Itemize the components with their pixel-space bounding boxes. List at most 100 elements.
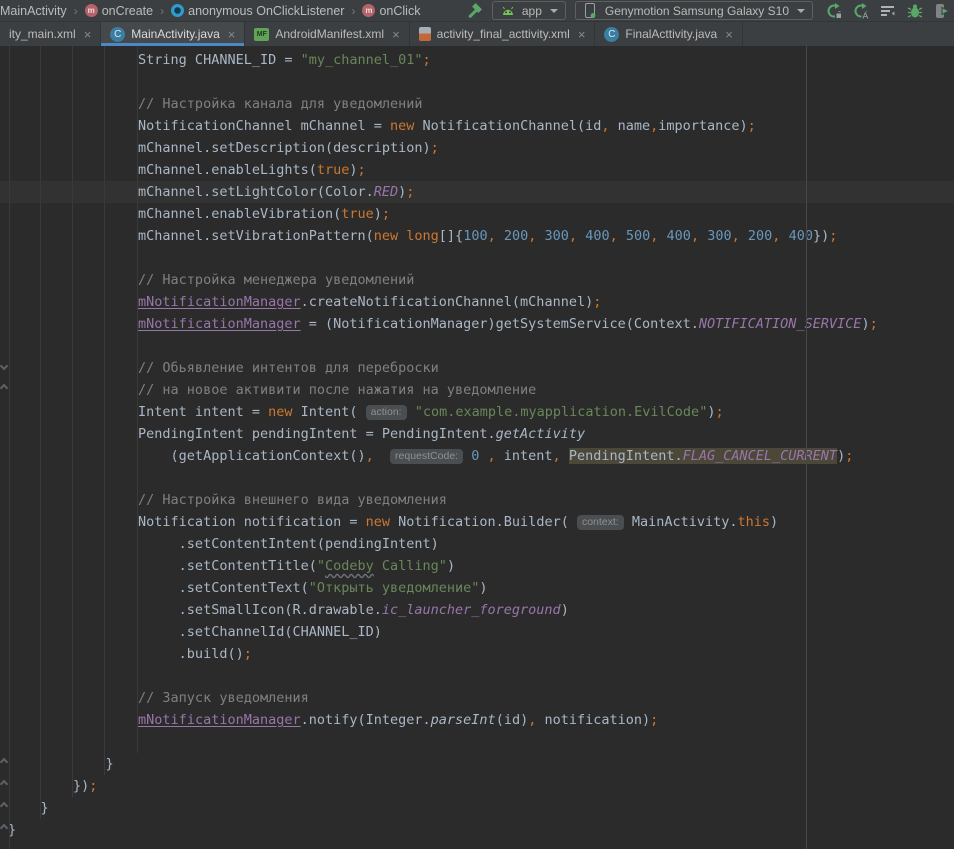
main-toolbar: app Genymotion Samsung Galaxy S10 A (467, 1, 950, 20)
close-icon[interactable]: × (228, 28, 236, 41)
code-line[interactable]: Notification notification = new Notifica… (0, 511, 954, 533)
fold-icon[interactable] (0, 384, 8, 392)
code-line[interactable]: (getApplicationContext(), requestCode: 0… (0, 445, 954, 467)
fold-icon[interactable] (0, 780, 8, 788)
parameter-hint: action: (366, 405, 407, 420)
tab-androidmanifest-xml[interactable]: MF AndroidManifest.xml × (245, 22, 409, 46)
code-line[interactable]: // Настройка внешнего вида уведомления (0, 489, 954, 511)
breadcrumb-item-label: anonymous OnClickListener (188, 4, 344, 18)
tab-label: AndroidManifest.xml (275, 27, 384, 41)
code-line[interactable]: mChannel.enableVibration(true); (0, 203, 954, 225)
parameter-hint: context: (577, 515, 624, 530)
breadcrumb-item-label: onClick (379, 4, 420, 18)
breadcrumb-item[interactable]: anonymous OnClickListener (171, 4, 344, 18)
code-line[interactable]: mNotificationManager.createNotificationC… (0, 291, 954, 313)
editor-gutter (0, 46, 10, 849)
code-line[interactable] (0, 71, 954, 93)
breadcrumb-item[interactable]: m onCreate (85, 4, 153, 18)
code-line[interactable]: String CHANNEL_ID = "my_channel_01"; (0, 49, 954, 71)
phone-icon (583, 3, 599, 19)
device-label: Genymotion Samsung Galaxy S10 (605, 4, 789, 18)
code-line[interactable]: .setContentTitle("Codeby Calling") (0, 555, 954, 577)
fold-icon[interactable] (0, 362, 8, 370)
breadcrumb-separator: › (160, 4, 164, 18)
class-icon: C (604, 27, 619, 42)
close-icon[interactable]: × (725, 28, 733, 41)
apply-code-changes-icon[interactable]: A (853, 3, 869, 19)
code-line[interactable] (0, 335, 954, 357)
breadcrumb-item[interactable]: m onClick (362, 4, 420, 18)
code-line[interactable] (0, 247, 954, 269)
code-line[interactable]: // Настройка канала для уведомлений (0, 93, 954, 115)
breadcrumb-separator: › (74, 4, 78, 18)
tab-activity-final-acttivity-xml[interactable]: activity_final_acttivity.xml × (410, 22, 596, 46)
code-line[interactable]: } (0, 797, 954, 819)
chevron-down-icon (797, 9, 805, 13)
editor-tab-bar: ity_main.xml × C MainActivity.java × MF Androi… (0, 22, 954, 46)
breadcrumb-separator: › (351, 4, 355, 18)
code-line[interactable]: mChannel.setLightColor(Color.RED); (0, 181, 954, 203)
tab-label: MainActivity.java (131, 27, 219, 41)
code-line[interactable]: // Настройка менеджера уведомлений (0, 269, 954, 291)
run-config-select[interactable]: app (492, 1, 566, 20)
fold-icon[interactable] (0, 824, 8, 832)
parameter-hint: requestCode: (390, 449, 463, 464)
code-line[interactable]: mNotificationManager = (NotificationMana… (0, 313, 954, 335)
device-select[interactable]: Genymotion Samsung Galaxy S10 (575, 1, 813, 20)
close-icon[interactable]: × (578, 28, 586, 41)
code-line[interactable] (0, 731, 954, 753)
tab-finalacttivity-java[interactable]: C FinalActtivity.java × (595, 22, 742, 46)
chevron-down-icon (550, 9, 558, 13)
code-line[interactable]: .build(); (0, 643, 954, 665)
xml-file-icon (419, 27, 431, 41)
code-line[interactable]: // Запуск уведомления (0, 687, 954, 709)
fold-icon[interactable] (0, 802, 8, 810)
code-line[interactable]: .setContentIntent(pendingIntent) (0, 533, 954, 555)
debug-icon[interactable] (907, 3, 923, 19)
breadcrumb-item-label: MainActivity (0, 4, 67, 18)
close-icon[interactable]: × (84, 28, 92, 41)
code-line[interactable]: // Обьявление интентов для переброски (0, 357, 954, 379)
tab-label: activity_final_acttivity.xml (437, 27, 570, 41)
top-toolbar: MainActivity › m onCreate › anonymous OnClick… (0, 0, 954, 22)
code-line[interactable]: // на новое активити после нажатия на ув… (0, 379, 954, 401)
code-line[interactable] (0, 467, 954, 489)
tab-ity-main-xml[interactable]: ity_main.xml × (0, 22, 101, 46)
breadcrumb: MainActivity › m onCreate › anonymous OnClick… (0, 0, 467, 21)
code-line[interactable]: mChannel.setDescription(description); (0, 137, 954, 159)
svg-text:A: A (862, 10, 868, 19)
code-line[interactable]: NotificationChannel mChannel = new Notif… (0, 115, 954, 137)
attach-debugger-icon[interactable] (934, 3, 950, 19)
method-icon: m (85, 4, 98, 17)
fold-icon[interactable] (0, 758, 8, 766)
anonymous-class-icon (171, 4, 184, 17)
tab-label: ity_main.xml (9, 27, 76, 41)
apply-changes-icon[interactable] (826, 3, 842, 19)
build-hammer-icon[interactable] (467, 3, 483, 19)
code-line[interactable]: .setSmallIcon(R.drawable.ic_launcher_for… (0, 599, 954, 621)
code-line[interactable]: .setChannelId(CHANNEL_ID) (0, 621, 954, 643)
run-config-label: app (522, 4, 542, 18)
code-line[interactable]: mChannel.setVibrationPattern(new long[]{… (0, 225, 954, 247)
code-line[interactable]: Intent intent = new Intent( action: "com… (0, 401, 954, 423)
profiler-icon[interactable] (880, 3, 896, 19)
tab-mainactivity-java[interactable]: C MainActivity.java × (101, 22, 245, 46)
code-line[interactable] (0, 665, 954, 687)
code-editor[interactable]: String CHANNEL_ID = "my_channel_01"; // … (0, 46, 954, 849)
code-line[interactable]: }); (0, 775, 954, 797)
code-line[interactable]: } (0, 819, 954, 841)
breadcrumb-item[interactable]: MainActivity (0, 4, 67, 18)
code-line[interactable]: } (0, 753, 954, 775)
method-icon: m (362, 4, 375, 17)
tab-label: FinalActtivity.java (625, 27, 717, 41)
android-icon (500, 3, 516, 19)
code-line[interactable]: .setContentText("Открыть уведомление") (0, 577, 954, 599)
code-area: String CHANNEL_ID = "my_channel_01"; // … (0, 46, 954, 841)
code-line[interactable]: mNotificationManager.notify(Integer.pars… (0, 709, 954, 731)
manifest-icon: MF (254, 28, 269, 41)
breadcrumb-item-label: onCreate (102, 4, 153, 18)
code-line[interactable]: mChannel.enableLights(true); (0, 159, 954, 181)
class-icon: C (110, 27, 125, 42)
close-icon[interactable]: × (392, 28, 400, 41)
code-line[interactable]: PendingIntent pendingIntent = PendingInt… (0, 423, 954, 445)
